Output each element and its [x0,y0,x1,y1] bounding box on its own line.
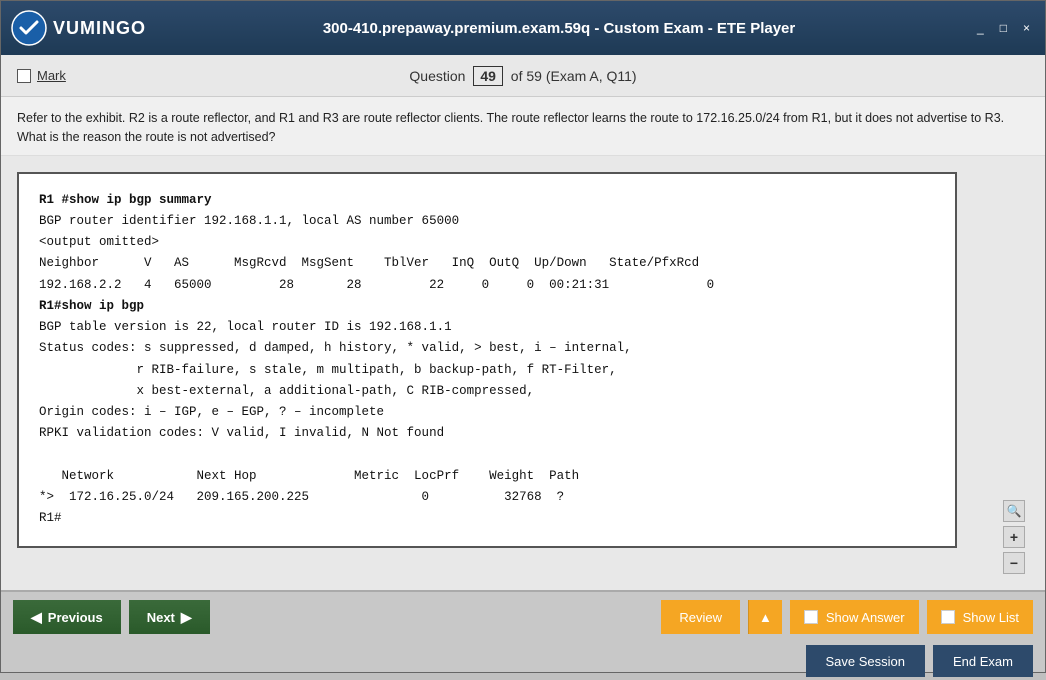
show-list-checkbox [941,610,955,624]
exhibit-line-10: x best-external, a additional-path, C RI… [39,381,935,402]
exhibit-line-3: <output omitted> [39,232,935,253]
exhibit-line-6: R1#show ip bgp [39,296,935,317]
main-content: R1 #show ip bgp summary BGP router ident… [1,156,1045,591]
maximize-button[interactable]: □ [995,19,1012,37]
exhibit-line-4: Neighbor V AS MsgRcvd MsgSent TblVer InQ… [39,253,935,274]
window-title: 300-410.prepaway.premium.exam.59q - Cust… [146,20,972,37]
next-button[interactable]: Next ▶ [129,600,210,634]
review-dropdown-arrow: ▲ [759,610,772,625]
next-arrow: ▶ [181,609,192,626]
close-button[interactable]: × [1018,19,1035,37]
exhibit-line-12: RPKI validation codes: V valid, I invali… [39,423,935,444]
bottom-toolbar: ◀ Previous Next ▶ Review ▲ Show Answer [1,590,1045,672]
window-controls: _ □ × [972,19,1035,37]
title-bar: VUMINGO 300-410.prepaway.premium.exam.59… [1,1,1045,55]
exhibit-line-8: Status codes: s suppressed, d damped, h … [39,338,935,359]
title-bar-left: VUMINGO [11,10,146,46]
toolbar-row1: ◀ Previous Next ▶ Review ▲ Show Answer [1,592,1045,642]
exhibit-line-9: r RIB-failure, s stale, m multipath, b b… [39,360,935,381]
end-exam-label: End Exam [953,654,1013,669]
end-exam-button[interactable]: End Exam [933,645,1033,677]
show-list-label: Show List [963,610,1019,625]
exhibit-line-7: BGP table version is 22, local router ID… [39,317,935,338]
search-icon[interactable]: 🔍 [1003,500,1025,522]
review-label: Review [679,610,722,625]
exhibit-line-prompt: R1# [39,508,935,529]
show-list-button[interactable]: Show List [927,600,1033,634]
zoom-in-button[interactable]: + [1003,526,1025,548]
exhibit-line-5: 192.168.2.2 4 65000 28 28 22 0 0 00:21:3… [39,275,935,296]
review-arrow-button[interactable]: ▲ [748,600,782,634]
question-label: Question [409,68,465,84]
logo: VUMINGO [11,10,146,46]
show-answer-label: Show Answer [826,610,905,625]
next-label: Next [147,610,175,625]
question-number-area: Question 49 of 59 (Exam A, Q11) [137,66,909,86]
review-button[interactable]: Review [661,600,740,634]
mark-area: Mark [17,68,137,83]
brand-name: VUMINGO [53,18,146,39]
save-session-button[interactable]: Save Session [806,645,926,677]
zoom-out-button[interactable]: − [1003,552,1025,574]
mark-label[interactable]: Mark [37,68,66,83]
exhibit-line-11: Origin codes: i – IGP, e – EGP, ? – inco… [39,402,935,423]
question-text: Refer to the exhibit. R2 is a route refl… [1,97,1045,156]
exhibit-line-route: *> 172.16.25.0/24 209.165.200.225 0 3276… [39,487,935,508]
exhibit-line-1: R1 #show ip bgp summary [39,190,935,211]
save-session-label: Save Session [826,654,906,669]
previous-arrow: ◀ [31,609,42,626]
zoom-controls: 🔍 + − [1003,500,1025,574]
question-of-text: of 59 (Exam A, Q11) [511,68,637,84]
logo-icon [11,10,47,46]
previous-label: Previous [48,610,103,625]
show-answer-checkbox [804,610,818,624]
mark-checkbox[interactable] [17,69,31,83]
exhibit-box: R1 #show ip bgp summary BGP router ident… [17,172,957,548]
exhibit-line-header: Network Next Hop Metric LocPrf Weight Pa… [39,466,935,487]
question-number: 49 [473,66,503,86]
exhibit-line-blank [39,445,935,466]
minimize-button[interactable]: _ [972,19,989,37]
question-header: Mark Question 49 of 59 (Exam A, Q11) [1,55,1045,97]
toolbar-row2: Save Session End Exam [1,642,1045,680]
exhibit-line-2: BGP router identifier 192.168.1.1, local… [39,211,935,232]
show-answer-button[interactable]: Show Answer [790,600,919,634]
previous-button[interactable]: ◀ Previous [13,600,121,634]
